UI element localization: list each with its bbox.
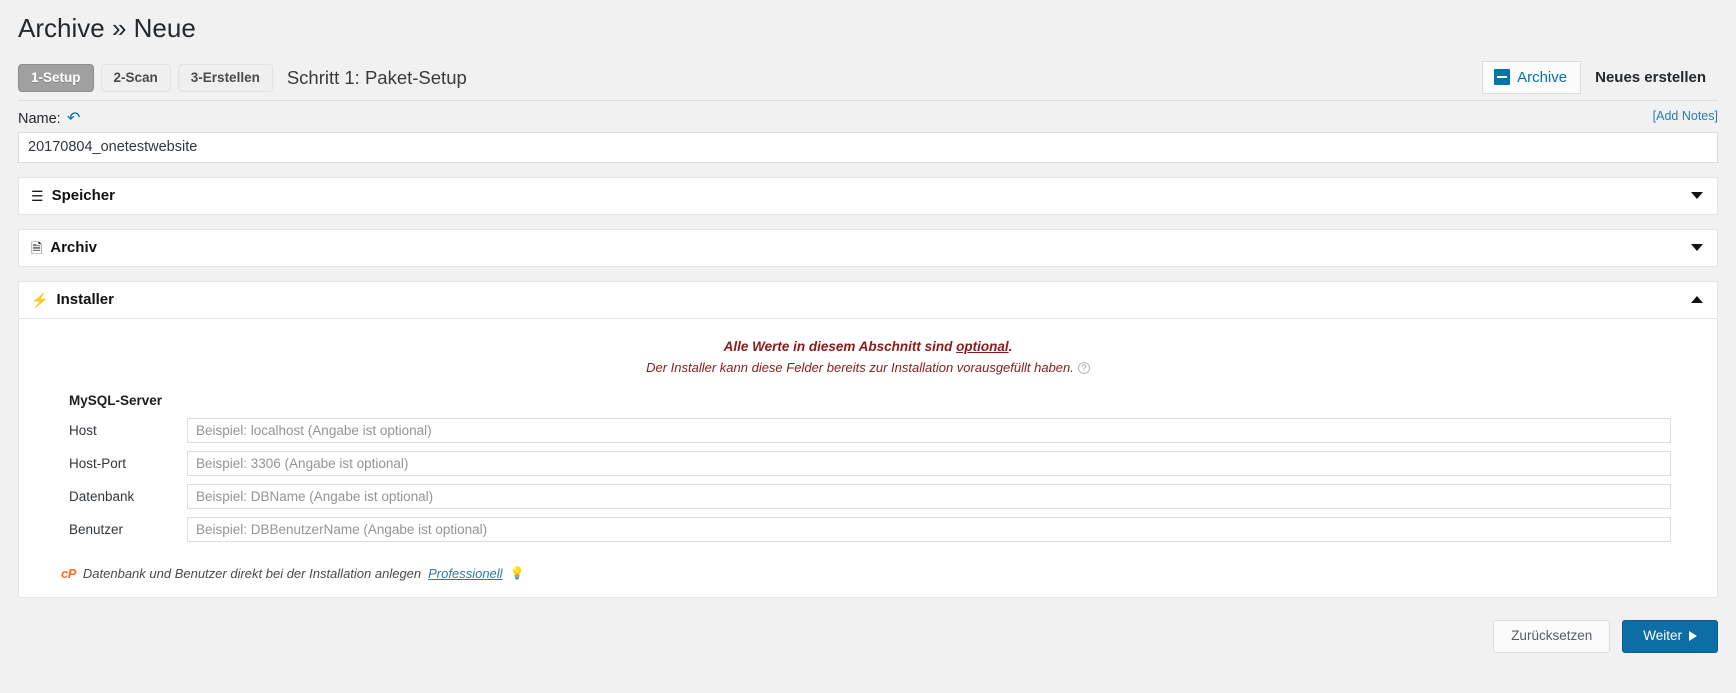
reset-button[interactable]: Zurücksetzen (1493, 619, 1611, 653)
field-row-datenbank: Datenbank (69, 483, 1693, 509)
lightbulb-icon[interactable]: 💡 (510, 567, 525, 579)
step-tabs: 1-Setup 2-Scan 3-Erstellen (18, 63, 273, 93)
accordion-title-installer: Installer (56, 291, 114, 309)
accordion-body-installer: Alle Werte in diesem Abschnitt sind opti… (18, 318, 1718, 598)
next-button-label: Weiter (1643, 627, 1682, 643)
page-title: Archive » Neue (0, 0, 1736, 56)
step-heading: Schritt 1: Paket-Setup (286, 66, 467, 88)
play-triangle-icon (1689, 631, 1697, 642)
cpanel-hint-row: cP Datenbank und Benutzer direkt bei der… (19, 550, 1717, 581)
host-input[interactable] (187, 417, 1671, 443)
installer-notice-bold: Alle Werte in diesem Abschnitt sind opti… (19, 337, 1717, 357)
accordion-speicher: ☰ Speicher (18, 176, 1718, 215)
next-button[interactable]: Weiter (1622, 619, 1718, 653)
notice-optional-emphasis: optional (956, 338, 1009, 354)
accordion-installer: ⚡ Installer Alle Werte in diesem Abschni… (18, 280, 1718, 598)
archive-box-icon (1494, 69, 1511, 86)
breadcrumb-current: Neue (133, 13, 196, 43)
notice-suffix: . (1008, 338, 1013, 354)
name-input[interactable] (18, 131, 1718, 163)
cpanel-hint-text: Datenbank und Benutzer direkt bei der In… (82, 565, 422, 581)
top-tabs: Archive Neues erstellen (1482, 61, 1718, 95)
chevron-down-icon[interactable] (1691, 192, 1703, 200)
reset-arrow-icon[interactable]: ↷ (67, 110, 80, 127)
breadcrumb-root: Archive (18, 13, 105, 43)
name-label-row: Name: ↷ (18, 110, 1718, 127)
field-label-datenbank: Datenbank (69, 488, 135, 504)
accordion-header-archiv[interactable]: 🗎 Archiv (18, 228, 1718, 267)
add-notes-link[interactable]: [Add Notes] (1653, 109, 1718, 123)
cpanel-professional-link[interactable]: Professionell (428, 566, 502, 581)
tab-archive[interactable]: Archive (1482, 61, 1582, 95)
breadcrumb-separator: » (111, 13, 127, 43)
mysql-group-title: MySQL-Server (69, 392, 163, 408)
database-icon: ☰ (31, 187, 44, 204)
zip-file-icon: 🗎 (31, 239, 43, 256)
tab-create-new[interactable]: Neues erstellen (1581, 62, 1718, 94)
tab-archive-label: Archive (1517, 68, 1568, 86)
accordion-title-archiv: Archiv (50, 239, 97, 257)
step-bar: 1-Setup 2-Scan 3-Erstellen Schritt 1: Pa… (0, 56, 1736, 100)
chevron-down-icon[interactable] (1691, 244, 1703, 252)
datenbank-input[interactable] (187, 483, 1671, 509)
installer-notice-sub-text: Der Installer kann diese Felder bereits … (646, 360, 1074, 376)
field-label-host-port: Host-Port (69, 455, 127, 471)
installer-notice-sub: Der Installer kann diese Felder bereits … (19, 358, 1717, 379)
name-label: Name: (18, 110, 61, 127)
accordion-title-speicher: Speicher (51, 187, 115, 205)
question-mark-icon[interactable]: ? (1077, 362, 1090, 375)
mysql-form: MySQL-Server Host Host-Port Datenbank Be… (19, 393, 1717, 542)
accordion-header-installer[interactable]: ⚡ Installer (18, 280, 1718, 319)
cpanel-icon: cP (61, 565, 76, 581)
chevron-up-icon[interactable] (1691, 296, 1703, 304)
benutzer-input[interactable] (187, 516, 1671, 542)
step-tab-3-erstellen[interactable]: 3-Erstellen (177, 63, 273, 93)
accordion-archiv: 🗎 Archiv (18, 228, 1718, 267)
host-port-input[interactable] (187, 450, 1671, 476)
name-section: Name: ↷ [Add Notes] (0, 101, 1736, 163)
field-row-host-port: Host-Port (69, 450, 1693, 476)
step-tab-1-setup[interactable]: 1-Setup (18, 63, 94, 93)
field-row-host: Host (69, 417, 1693, 443)
accordion-header-speicher[interactable]: ☰ Speicher (18, 176, 1718, 215)
lightning-bolt-icon: ⚡ (31, 291, 49, 308)
footer-button-bar: Zurücksetzen Weiter (0, 598, 1736, 653)
installer-notice: Alle Werte in diesem Abschnitt sind opti… (19, 337, 1717, 379)
field-label-benutzer: Benutzer (69, 521, 124, 537)
step-tab-2-scan[interactable]: 2-Scan (100, 63, 171, 93)
notice-prefix: Alle Werte in diesem Abschnitt sind (723, 338, 957, 354)
field-row-benutzer: Benutzer (69, 516, 1693, 542)
field-label-host: Host (69, 422, 97, 438)
